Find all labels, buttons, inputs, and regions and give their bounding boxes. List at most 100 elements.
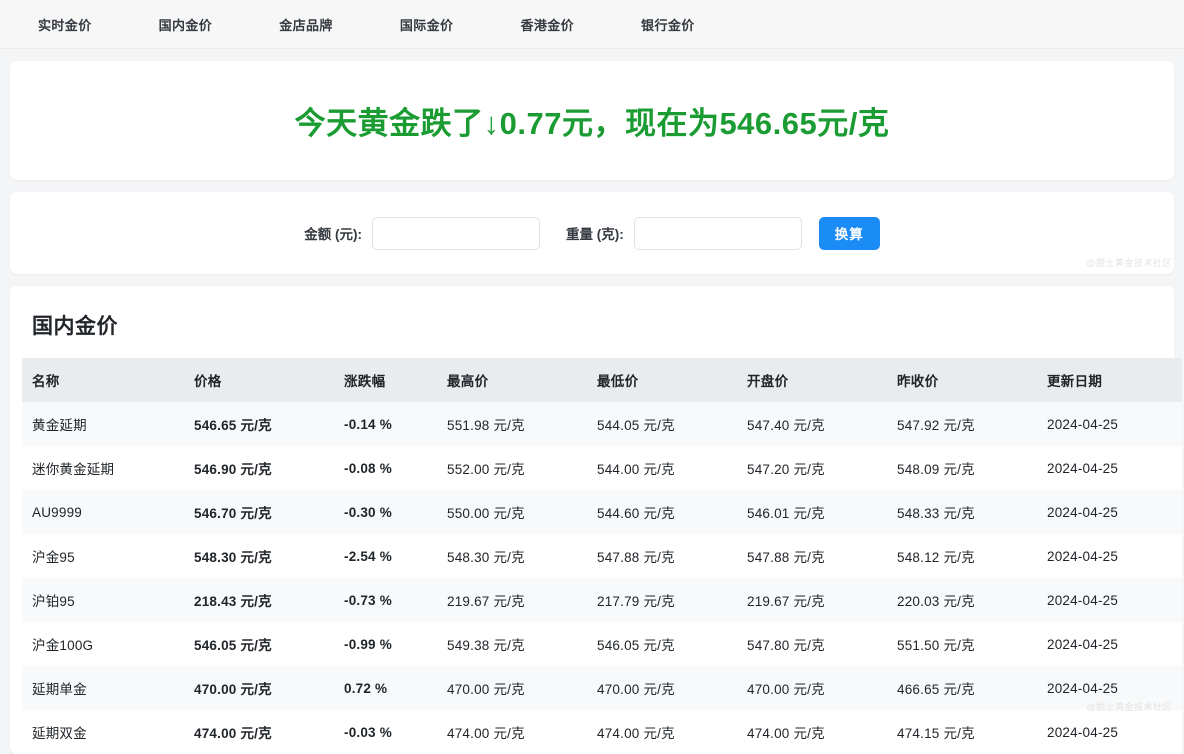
table-head: 名称 价格 涨跌幅 最高价 最低价 开盘价 昨收价 更新日期 xyxy=(22,358,1182,402)
cell-low: 217.79 元/克 xyxy=(587,578,737,622)
cell-change: -0.30 % xyxy=(334,490,437,534)
cell-date: 2024-04-25 xyxy=(1037,490,1182,534)
table-row[interactable]: 延期单金470.00 元/克0.72 %470.00 元/克470.00 元/克… xyxy=(22,666,1182,710)
cell-name: 沪金100G xyxy=(22,622,184,666)
top-navbar: 实时金价 国内金价 金店品牌 国际金价 香港金价 银行金价 xyxy=(0,0,1184,49)
cell-close: 547.92 元/克 xyxy=(887,402,1037,446)
cell-low: 544.05 元/克 xyxy=(587,402,737,446)
cell-close: 474.15 元/克 xyxy=(887,710,1037,754)
cell-date: 2024-04-25 xyxy=(1037,622,1182,666)
amount-input[interactable] xyxy=(372,217,540,250)
cell-open: 547.80 元/克 xyxy=(737,622,887,666)
column-header-high[interactable]: 最高价 xyxy=(437,358,587,402)
cell-open: 547.20 元/克 xyxy=(737,446,887,490)
cell-price: 546.90 元/克 xyxy=(184,446,334,490)
cell-close: 220.03 元/克 xyxy=(887,578,1037,622)
cell-date: 2024-04-25 xyxy=(1037,578,1182,622)
table-row[interactable]: 迷你黄金延期546.90 元/克-0.08 %552.00 元/克544.00 … xyxy=(22,446,1182,490)
table-body: 黄金延期546.65 元/克-0.14 %551.98 元/克544.05 元/… xyxy=(22,402,1182,754)
cell-date: 2024-04-25 xyxy=(1037,666,1182,710)
column-header-low[interactable]: 最低价 xyxy=(587,358,737,402)
cell-high: 219.67 元/克 xyxy=(437,578,587,622)
converter-form: 金额 (元): 重量 (克): 换算 xyxy=(304,217,880,250)
cell-price: 474.00 元/克 xyxy=(184,710,334,754)
nav-item-realtime[interactable]: 实时金价 xyxy=(28,9,102,40)
table-header-row: 名称 价格 涨跌幅 最高价 最低价 开盘价 昨收价 更新日期 xyxy=(22,358,1182,402)
weight-input[interactable] xyxy=(634,217,802,250)
table-row[interactable]: 黄金延期546.65 元/克-0.14 %551.98 元/克544.05 元/… xyxy=(22,402,1182,446)
cell-close: 551.50 元/克 xyxy=(887,622,1037,666)
cell-high: 551.98 元/克 xyxy=(437,402,587,446)
headline-text: 今天黄金跌了↓0.77元，现在为546.65元/克 xyxy=(295,98,890,143)
section-title: 国内金价 xyxy=(32,310,1162,340)
cell-change: -0.73 % xyxy=(334,578,437,622)
cell-low: 474.00 元/克 xyxy=(587,710,737,754)
nav-item-international[interactable]: 国际金价 xyxy=(390,9,464,40)
cell-name: 沪铂95 xyxy=(22,578,184,622)
column-header-name[interactable]: 名称 xyxy=(22,358,184,402)
domestic-price-section: 国内金价 名称 价格 涨跌幅 最高价 最低价 开盘价 昨收价 更新日期 黄金延期… xyxy=(10,286,1174,754)
cell-price: 470.00 元/克 xyxy=(184,666,334,710)
cell-close: 466.65 元/克 xyxy=(887,666,1037,710)
cell-change: -0.08 % xyxy=(334,446,437,490)
cell-change: -0.99 % xyxy=(334,622,437,666)
cell-high: 549.38 元/克 xyxy=(437,622,587,666)
cell-close: 548.12 元/克 xyxy=(887,534,1037,578)
table-row[interactable]: 沪金100G546.05 元/克-0.99 %549.38 元/克546.05 … xyxy=(22,622,1182,666)
convert-button[interactable]: 换算 xyxy=(819,217,880,250)
table-row[interactable]: 延期双金474.00 元/克-0.03 %474.00 元/克474.00 元/… xyxy=(22,710,1182,754)
column-header-close[interactable]: 昨收价 xyxy=(887,358,1037,402)
cell-change: -0.03 % xyxy=(334,710,437,754)
cell-price: 218.43 元/克 xyxy=(184,578,334,622)
table-row[interactable]: 沪铂95218.43 元/克-0.73 %219.67 元/克217.79 元/… xyxy=(22,578,1182,622)
cell-price: 546.65 元/克 xyxy=(184,402,334,446)
cell-high: 474.00 元/克 xyxy=(437,710,587,754)
column-header-change[interactable]: 涨跌幅 xyxy=(334,358,437,402)
cell-price: 546.70 元/克 xyxy=(184,490,334,534)
nav-item-hongkong[interactable]: 香港金价 xyxy=(510,9,584,40)
cell-date: 2024-04-25 xyxy=(1037,446,1182,490)
cell-open: 474.00 元/克 xyxy=(737,710,887,754)
cell-name: 延期单金 xyxy=(22,666,184,710)
nav-item-bank[interactable]: 银行金价 xyxy=(631,9,705,40)
cell-name: 沪金95 xyxy=(22,534,184,578)
weight-label: 重量 (克): xyxy=(566,223,624,243)
gold-converter-panel: 金额 (元): 重量 (克): 换算 xyxy=(10,192,1174,274)
cell-low: 470.00 元/克 xyxy=(587,666,737,710)
cell-high: 550.00 元/克 xyxy=(437,490,587,534)
cell-name: 迷你黄金延期 xyxy=(22,446,184,490)
cell-change: 0.72 % xyxy=(334,666,437,710)
cell-high: 470.00 元/克 xyxy=(437,666,587,710)
cell-open: 547.40 元/克 xyxy=(737,402,887,446)
cell-name: AU9999 xyxy=(22,490,184,534)
headline-banner: 今天黄金跌了↓0.77元，现在为546.65元/克 xyxy=(10,61,1174,180)
cell-low: 544.00 元/克 xyxy=(587,446,737,490)
cell-close: 548.09 元/克 xyxy=(887,446,1037,490)
nav-item-domestic[interactable]: 国内金价 xyxy=(149,9,223,40)
price-table: 名称 价格 涨跌幅 最高价 最低价 开盘价 昨收价 更新日期 黄金延期546.6… xyxy=(22,358,1182,754)
cell-name: 黄金延期 xyxy=(22,402,184,446)
cell-high: 552.00 元/克 xyxy=(437,446,587,490)
cell-change: -2.54 % xyxy=(334,534,437,578)
cell-low: 547.88 元/克 xyxy=(587,534,737,578)
column-header-price[interactable]: 价格 xyxy=(184,358,334,402)
cell-open: 547.88 元/克 xyxy=(737,534,887,578)
nav-item-shop-brands[interactable]: 金店品牌 xyxy=(269,9,343,40)
cell-date: 2024-04-25 xyxy=(1037,402,1182,446)
table-row[interactable]: 沪金95548.30 元/克-2.54 %548.30 元/克547.88 元/… xyxy=(22,534,1182,578)
amount-label: 金额 (元): xyxy=(304,223,362,243)
cell-price: 548.30 元/克 xyxy=(184,534,334,578)
cell-open: 219.67 元/克 xyxy=(737,578,887,622)
table-row[interactable]: AU9999546.70 元/克-0.30 %550.00 元/克544.60 … xyxy=(22,490,1182,534)
cell-name: 延期双金 xyxy=(22,710,184,754)
column-header-open[interactable]: 开盘价 xyxy=(737,358,887,402)
cell-open: 546.01 元/克 xyxy=(737,490,887,534)
cell-date: 2024-04-25 xyxy=(1037,534,1182,578)
cell-price: 546.05 元/克 xyxy=(184,622,334,666)
cell-low: 544.60 元/克 xyxy=(587,490,737,534)
cell-open: 470.00 元/克 xyxy=(737,666,887,710)
column-header-date[interactable]: 更新日期 xyxy=(1037,358,1182,402)
cell-date: 2024-04-25 xyxy=(1037,710,1182,754)
cell-low: 546.05 元/克 xyxy=(587,622,737,666)
cell-change: -0.14 % xyxy=(334,402,437,446)
